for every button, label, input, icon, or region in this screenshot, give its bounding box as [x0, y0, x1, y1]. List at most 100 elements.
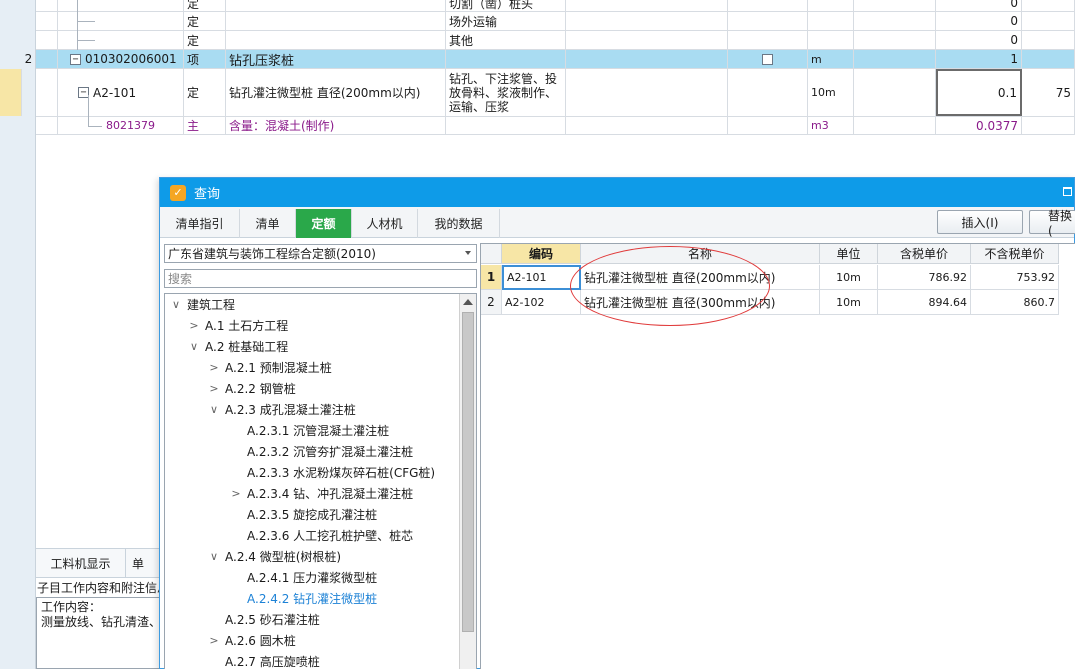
column-header-unit[interactable]: 单位 [820, 244, 878, 264]
chevron-icon[interactable]: > [187, 319, 201, 332]
tree-node[interactable]: ∨ 建筑工程 [169, 294, 235, 315]
tree-node[interactable]: A.2.3.3 水泥粉煤灰碎石桩(CFG桩) [229, 462, 435, 483]
result-name[interactable]: 钻孔灌注微型桩 直径(300mm以内) [581, 290, 820, 315]
bottom-tabbar: 工料机显示 单 [36, 548, 160, 578]
material-row[interactable]: 8021379 主 含量：混凝土(制作) m3 0.0377 [36, 117, 1075, 135]
desc-cell: 其他 [446, 31, 566, 49]
chevron-icon[interactable]: ∨ [207, 403, 221, 416]
row-header-corner [481, 244, 502, 264]
tree-node[interactable]: > A.2.2 钢管桩 [207, 378, 295, 399]
row-marker [0, 69, 22, 116]
qty-input-cell[interactable]: 0.1 [936, 69, 1022, 116]
quota-library-select[interactable]: 广东省建筑与装饰工程综合定额(2010) [164, 244, 477, 263]
app-icon: ✓ [170, 184, 186, 201]
tab-unit[interactable]: 单 [126, 549, 160, 578]
result-tax-price: 786.92 [878, 265, 971, 290]
replace-button[interactable]: 替换( [1029, 209, 1075, 238]
qty-cell: 1 [936, 50, 1022, 68]
chevron-icon[interactable]: > [207, 634, 221, 647]
chevron-icon[interactable]: > [207, 361, 221, 374]
table-row[interactable]: 定 场外运输 0 [36, 12, 1075, 31]
tab-labor-material-machine[interactable]: 人材机 [352, 209, 418, 238]
item-code-cell[interactable]: − 010302006001 [58, 50, 184, 68]
table-row[interactable]: 定 切割（凿）桩头 0 [36, 0, 1075, 12]
tree-node[interactable]: A.2.3.1 沉管混凝土灌注桩 [229, 420, 389, 441]
desc-cell: 切割（凿）桩头 [446, 0, 566, 11]
table-row[interactable]: 定 其他 0 [36, 31, 1075, 50]
quota-row[interactable]: − A2-101 定 钻孔灌注微型桩 直径(200mm以内) 钻孔、下注浆管、投… [0, 69, 1075, 117]
item-code: 010302006001 [85, 52, 177, 66]
query-dialog: ✓ 查询 清单指引 清单 定额 人材机 我的数据 插入(I) 替换( 广东省建筑… [159, 177, 1075, 669]
desc-cell: 场外运输 [446, 12, 566, 30]
tab-bill-guide[interactable]: 清单指引 [160, 209, 240, 238]
quota-code: A2-101 [93, 85, 137, 100]
dialog-titlebar[interactable]: ✓ 查询 [160, 178, 1074, 207]
tree-node[interactable]: A.2.3.2 沉管夯扩混凝土灌注桩 [229, 441, 413, 462]
tree-node[interactable]: > A.2.6 圆木桩 [207, 630, 295, 651]
tab-my-data[interactable]: 我的数据 [418, 209, 500, 238]
result-name[interactable]: 钻孔灌注微型桩 直径(200mm以内) [581, 265, 820, 290]
quota-chapter-tree: ∨ 建筑工程 > A.1 土石方工程 ∨ A.2 桩基础工程 > A.2.1 预制混凝土… [164, 293, 477, 669]
column-header-tax-price[interactable]: 含税单价 [878, 244, 971, 264]
unit-cell: m3 [808, 117, 854, 134]
tree-node[interactable]: A.2.4.1 压力灌浆微型桩 [229, 567, 377, 588]
tree-node[interactable]: A.2.3.6 人工挖孔桩护壁、桩芯 [229, 525, 413, 546]
item-name[interactable]: 钻孔压浆桩 [226, 50, 446, 68]
unit-cell: 10m [808, 69, 854, 116]
item-checkbox[interactable] [762, 53, 773, 65]
row-index: 2 [0, 50, 58, 68]
tree-node[interactable]: ∨ A.2.3 成孔混凝土灌注桩 [207, 399, 356, 420]
material-name[interactable]: 含量：混凝土(制作) [226, 117, 446, 134]
result-notax-price: 860.7 [971, 290, 1059, 315]
tree-scrollbar[interactable] [459, 294, 476, 669]
result-tax-price: 894.64 [878, 290, 971, 315]
maximize-icon[interactable] [1063, 187, 1072, 196]
type-cell: 定 [184, 31, 226, 49]
chevron-icon[interactable]: > [207, 382, 221, 395]
column-header-notax-price[interactable]: 不含税单价 [971, 244, 1059, 264]
chevron-icon[interactable]: ∨ [207, 550, 221, 563]
info-box[interactable]: 工作内容： 测量放线、钻孔清渣、 [36, 597, 160, 669]
row-index[interactable]: 1 [481, 265, 502, 290]
quota-code-cell[interactable]: − A2-101 [58, 69, 184, 116]
chevron-icon[interactable]: ∨ [187, 340, 201, 353]
column-header-code[interactable]: 编码 [502, 244, 581, 264]
dialog-title: 查询 [194, 187, 221, 202]
chevron-icon[interactable]: > [229, 487, 243, 500]
qty-cell: 0.0377 [936, 117, 1022, 134]
collapse-icon[interactable]: − [70, 53, 81, 65]
info-title: 子目工作内容和附注信息 [37, 581, 160, 595]
tree-node[interactable]: ∨ A.2.4 微型桩(树根桩) [207, 546, 341, 567]
search-input[interactable]: 搜索 [164, 269, 477, 288]
tree-node[interactable]: ∨ A.2 桩基础工程 [187, 336, 288, 357]
bill-item-row[interactable]: 2 − 010302006001 项 钻孔压浆桩 m 1 [25, 50, 1075, 69]
tree-node[interactable]: > A.2.3.4 钻、冲孔混凝土灌注桩 [229, 483, 413, 504]
type-cell: 定 [184, 0, 226, 11]
tab-quota[interactable]: 定额 [296, 209, 352, 238]
column-header-name[interactable]: 名称 [581, 244, 820, 264]
tab-labor-material[interactable]: 工料机显示 [36, 549, 126, 578]
result-code[interactable]: A2-101 [502, 265, 581, 290]
insert-button[interactable]: 插入(I) [937, 210, 1023, 234]
type-cell: 主 [184, 117, 226, 134]
qty-cell: 0 [936, 31, 1022, 49]
info-label: 工作内容： [41, 600, 102, 614]
chevron-icon[interactable]: ∨ [169, 298, 183, 311]
scroll-up-icon[interactable] [463, 299, 473, 305]
price-cell: 75 [1022, 69, 1075, 116]
tree-node-selected[interactable]: A.2.4.2 钻孔灌注微型桩 [229, 588, 377, 609]
dropdown-caret-icon [465, 251, 471, 255]
quota-name[interactable]: 钻孔灌注微型桩 直径(200mm以内) [226, 69, 446, 116]
tree-node[interactable]: > A.2.1 预制混凝土桩 [207, 357, 331, 378]
scroll-thumb[interactable] [462, 312, 474, 632]
quota-library-value: 广东省建筑与装饰工程综合定额(2010) [168, 247, 376, 261]
type-cell: 定 [184, 12, 226, 30]
material-code: 8021379 [58, 117, 184, 134]
result-code[interactable]: A2-102 [502, 290, 581, 315]
tree-node[interactable]: A.2.3.5 旋挖成孔灌注桩 [229, 504, 377, 525]
row-index[interactable]: 2 [481, 290, 502, 315]
tree-node[interactable]: A.2.5 砂石灌注桩 [207, 609, 320, 630]
tab-bill[interactable]: 清单 [240, 209, 296, 238]
tree-node[interactable]: > A.1 土石方工程 [187, 315, 288, 336]
tree-node[interactable]: A.2.7 高压旋喷桩 [207, 651, 320, 669]
